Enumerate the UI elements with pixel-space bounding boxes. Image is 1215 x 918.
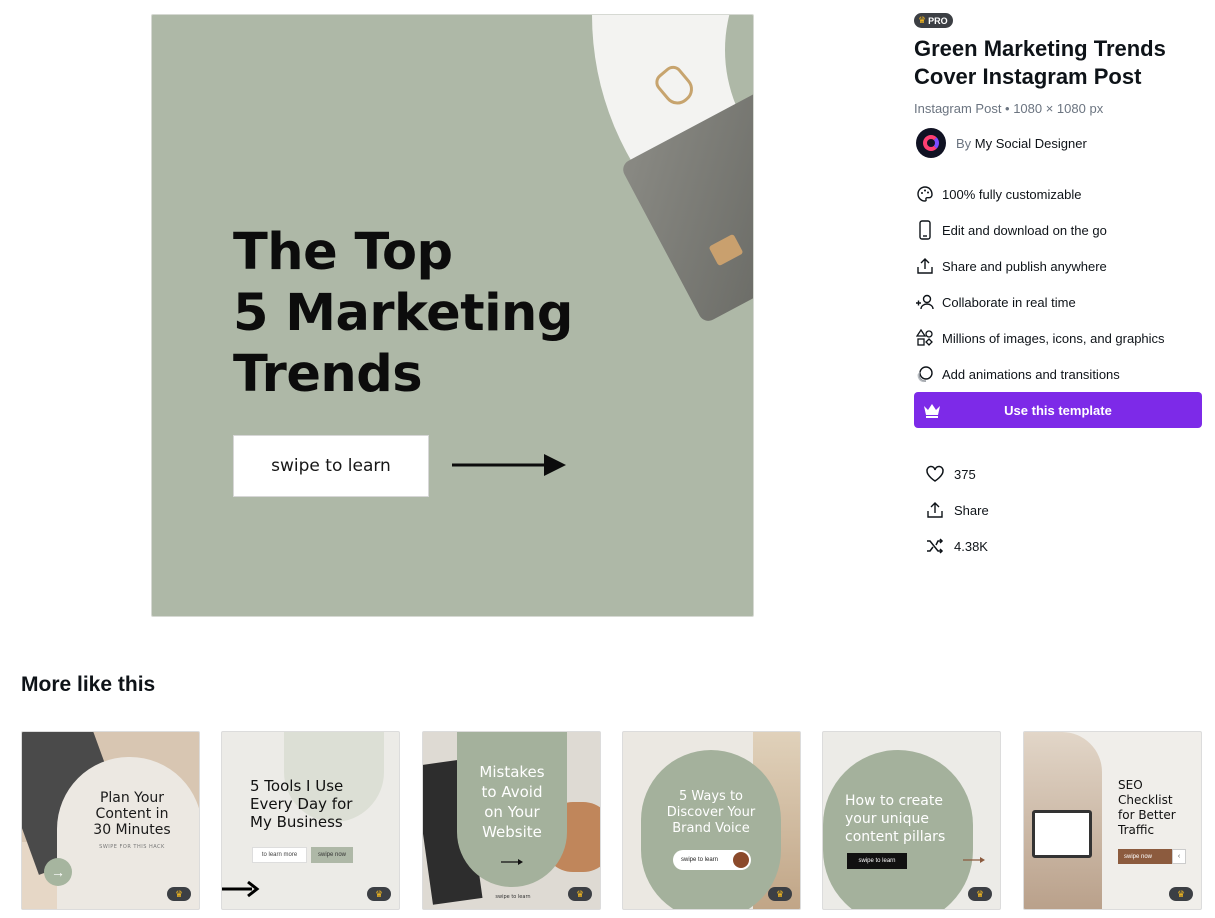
card-title: Plan Your Content in 30 Minutes (93, 790, 171, 838)
related-template-card[interactable]: Mistakes to Avoid on Your Website swipe … (422, 731, 601, 910)
remix-count: 4.38K (954, 538, 988, 554)
related-template-card[interactable]: 5 Tools I Use Every Day for My Business … (221, 731, 400, 910)
palette-icon (914, 183, 936, 205)
crown-icon: ♛ (1169, 887, 1193, 901)
feature-item: Collaborate in real time (914, 284, 1204, 320)
card-title: Mistakes to Avoid on Your Website (479, 763, 545, 841)
crown-icon (924, 404, 940, 418)
author-name[interactable]: My Social Designer (975, 136, 1087, 151)
author-row[interactable]: By My Social Designer (916, 128, 1087, 158)
crown-icon: ♛ (768, 887, 792, 901)
feature-item: Edit and download on the go (914, 212, 1204, 248)
preview-cta-box: swipe to learn (233, 435, 429, 497)
chevron-left-icon: ‹ (1172, 849, 1186, 864)
phone-icon (914, 219, 936, 241)
people-icon (914, 291, 936, 313)
related-template-card[interactable]: 5 Ways to Discover Your Brand Voice swip… (622, 731, 801, 910)
related-template-card[interactable]: SEO Checklist for Better Traffic swipe n… (1023, 731, 1202, 910)
shuffle-icon (924, 535, 946, 557)
template-preview[interactable]: The Top 5 Marketing Trends swipe to lear… (151, 14, 754, 617)
card-title: How to create your unique content pillar… (845, 793, 946, 845)
arrow-right-icon (501, 859, 523, 865)
related-template-card[interactable]: How to create your unique content pillar… (822, 731, 1001, 910)
feature-item: Share and publish anywhere (914, 248, 1204, 284)
animation-icon (914, 363, 936, 385)
crown-icon: ♛ (968, 887, 992, 901)
crown-icon: ♛ (167, 887, 191, 901)
template-stats: 375 Share 4.38K (924, 456, 989, 564)
like-button[interactable]: 375 (924, 456, 989, 492)
feature-item: 100% fully customizable (914, 176, 1204, 212)
pro-badge: ♛ PRO (914, 13, 953, 28)
arrow-right-icon: → (44, 858, 72, 886)
heart-icon (924, 463, 946, 485)
template-title: Green Marketing Trends Cover Instagram P… (914, 36, 1166, 89)
share-icon (924, 499, 946, 521)
shapes-icon (914, 327, 936, 349)
share-icon (914, 255, 936, 277)
chevron-left-icon (733, 852, 749, 868)
remix-button[interactable]: 4.38K (924, 528, 989, 564)
like-count: 375 (954, 466, 976, 482)
arrow-right-icon (963, 857, 985, 863)
card-title: 5 Ways to Discover Your Brand Voice (666, 789, 756, 836)
crown-icon: ♛ (367, 887, 391, 901)
arrow-right-icon (222, 880, 260, 898)
card-title: 5 Tools I Use Every Day for My Business (250, 777, 353, 831)
related-templates: Plan Your Content in 30 Minutes SWIPE FO… (21, 731, 1202, 910)
arrow-right-icon (452, 454, 566, 476)
more-like-this-heading: More like this (21, 673, 156, 696)
card-title: SEO Checklist for Better Traffic (1118, 778, 1176, 837)
share-button[interactable]: Share (924, 492, 989, 528)
crown-icon: ♛ (918, 15, 927, 25)
feature-item: Add animations and transitions (914, 356, 1204, 392)
author-avatar[interactable] (916, 128, 946, 158)
use-template-button[interactable]: Use this template (914, 392, 1202, 428)
related-template-card[interactable]: Plan Your Content in 30 Minutes SWIPE FO… (21, 731, 200, 910)
feature-item: Millions of images, icons, and graphics (914, 320, 1204, 356)
template-meta: Instagram Post • 1080 × 1080 px (914, 101, 1104, 116)
feature-list: 100% fully customizable Edit and downloa… (914, 176, 1204, 392)
preview-headline: The Top 5 Marketing Trends (233, 223, 573, 404)
crown-icon: ♛ (568, 887, 592, 901)
